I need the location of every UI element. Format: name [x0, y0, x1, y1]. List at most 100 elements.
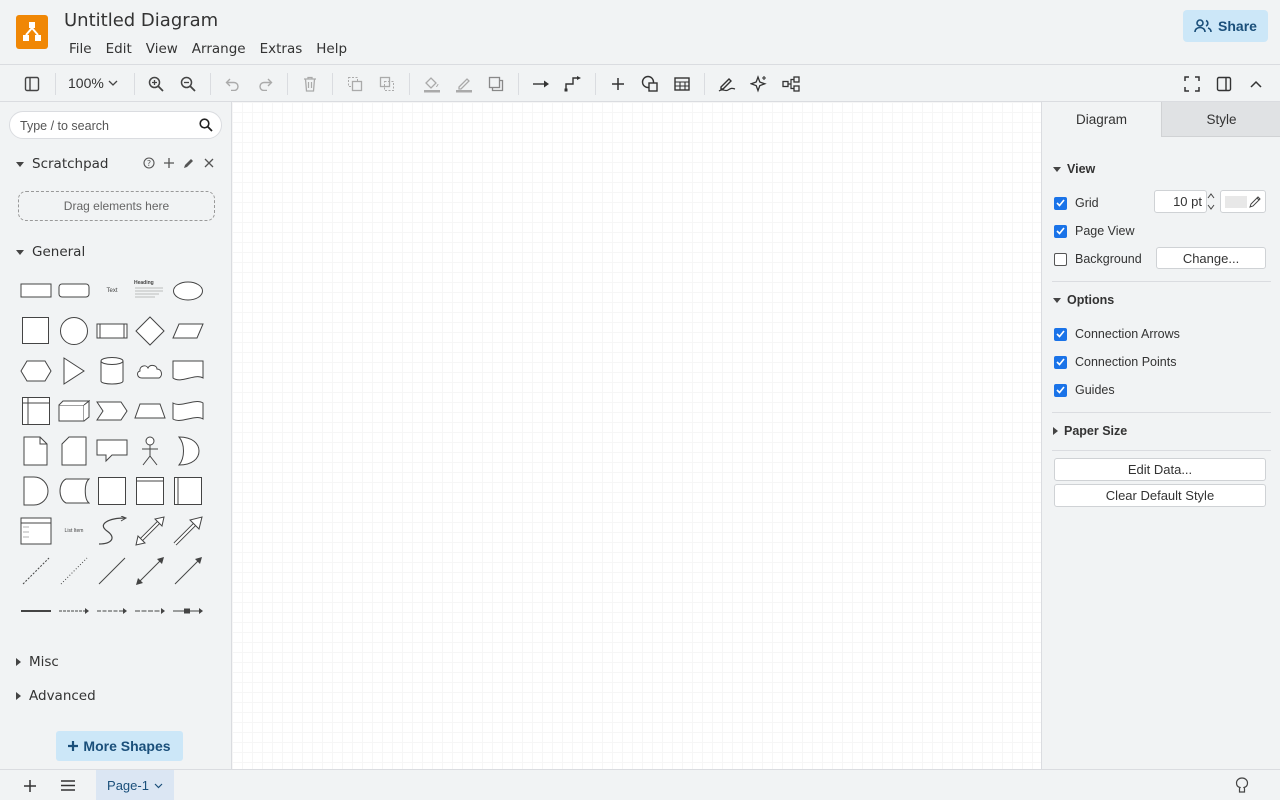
- circle-shape[interactable]: [55, 312, 93, 350]
- background-checkbox[interactable]: Background: [1054, 252, 1142, 266]
- rectangle-shape[interactable]: [17, 272, 55, 310]
- process-shape[interactable]: [93, 312, 131, 350]
- diagram-title[interactable]: Untitled Diagram: [64, 10, 218, 31]
- misc-header[interactable]: Misc: [16, 654, 59, 670]
- share-button[interactable]: Share: [1183, 10, 1268, 42]
- tab-diagram[interactable]: Diagram: [1042, 102, 1161, 137]
- fullscreen-icon[interactable]: [1182, 74, 1202, 94]
- page-view-checkbox[interactable]: Page View: [1054, 224, 1135, 238]
- cloud-shape[interactable]: [131, 352, 169, 390]
- generate-icon[interactable]: [749, 74, 769, 94]
- add-page-icon[interactable]: [24, 780, 36, 792]
- menu-arrange[interactable]: Arrange: [185, 40, 253, 58]
- guides-checkbox[interactable]: Guides: [1054, 383, 1115, 397]
- dotted-line-shape[interactable]: [55, 552, 93, 590]
- freehand-icon[interactable]: [717, 74, 737, 94]
- fill-color-icon[interactable]: [422, 74, 442, 94]
- trapezoid-shape[interactable]: [131, 392, 169, 430]
- grid-color-picker[interactable]: [1220, 190, 1266, 213]
- bidirectional-connector-shape[interactable]: [131, 552, 169, 590]
- shadow-icon[interactable]: [486, 74, 506, 94]
- change-background-button[interactable]: Change...: [1156, 247, 1266, 269]
- menu-view[interactable]: View: [139, 40, 185, 58]
- options-section-header[interactable]: Options: [1053, 293, 1114, 307]
- format-panel-toggle-icon[interactable]: [22, 74, 42, 94]
- more-shapes-button[interactable]: More Shapes: [56, 731, 183, 761]
- scratchpad-header[interactable]: Scratchpad: [16, 156, 109, 172]
- link-shape[interactable]: [17, 592, 55, 630]
- help-icon[interactable]: ?: [143, 157, 155, 169]
- internal-storage-shape[interactable]: [17, 392, 55, 430]
- menu-edit[interactable]: Edit: [99, 40, 139, 58]
- arrow-shape[interactable]: [169, 512, 207, 550]
- search-icon[interactable]: [199, 118, 213, 132]
- redo-icon[interactable]: [255, 74, 275, 94]
- bidirectional-arrow-shape[interactable]: [131, 512, 169, 550]
- edit-data-button[interactable]: Edit Data...: [1054, 458, 1266, 481]
- diagram-canvas[interactable]: [232, 102, 1041, 769]
- callout-shape[interactable]: [93, 432, 131, 470]
- close-icon[interactable]: [204, 158, 214, 168]
- line-color-icon[interactable]: [454, 74, 474, 94]
- view-section-header[interactable]: View: [1053, 162, 1095, 176]
- triangle-shape[interactable]: [55, 352, 93, 390]
- text-shape[interactable]: Text: [93, 272, 131, 310]
- insert-icon[interactable]: [608, 74, 628, 94]
- note-shape[interactable]: [17, 432, 55, 470]
- toggle-format-icon[interactable]: [1214, 74, 1234, 94]
- grid-size-stepper-icon[interactable]: [1206, 190, 1216, 213]
- to-front-icon[interactable]: [345, 74, 365, 94]
- data-storage-shape[interactable]: [55, 472, 93, 510]
- vertical-swimlane-shape[interactable]: [169, 472, 207, 510]
- scratchpad-dropzone[interactable]: Drag elements here: [18, 191, 215, 221]
- dashed-line-shape[interactable]: [17, 552, 55, 590]
- container-shape[interactable]: [93, 472, 131, 510]
- actor-shape[interactable]: [131, 432, 169, 470]
- advanced-header[interactable]: Advanced: [16, 688, 96, 704]
- edit-icon[interactable]: [183, 157, 195, 169]
- grid-checkbox[interactable]: Grid: [1054, 196, 1099, 210]
- menu-extras[interactable]: Extras: [253, 40, 310, 58]
- connector-2-labels-shape[interactable]: [93, 592, 131, 630]
- delay-shape[interactable]: [17, 472, 55, 510]
- step-shape[interactable]: [93, 392, 131, 430]
- layout-icon[interactable]: [781, 74, 801, 94]
- clear-default-style-button[interactable]: Clear Default Style: [1054, 484, 1266, 507]
- directional-connector-shape[interactable]: [169, 552, 207, 590]
- hexagon-shape[interactable]: [17, 352, 55, 390]
- connection-arrows-checkbox[interactable]: Connection Arrows: [1054, 327, 1180, 341]
- connector-3-labels-shape[interactable]: [131, 592, 169, 630]
- general-header[interactable]: General: [16, 244, 85, 260]
- paper-size-section-header[interactable]: Paper Size: [1053, 424, 1127, 438]
- undo-icon[interactable]: [223, 74, 243, 94]
- connection-icon[interactable]: [531, 74, 551, 94]
- grid-size-input[interactable]: 10 pt: [1154, 190, 1207, 213]
- line-shape[interactable]: [93, 552, 131, 590]
- shapes-icon[interactable]: [640, 74, 660, 94]
- menu-help[interactable]: Help: [309, 40, 354, 58]
- ellipse-shape[interactable]: [169, 272, 207, 310]
- square-shape[interactable]: [17, 312, 55, 350]
- document-shape[interactable]: [169, 352, 207, 390]
- zoom-select[interactable]: 100%: [68, 75, 118, 91]
- curve-shape[interactable]: [93, 512, 131, 550]
- swimlane-shape[interactable]: [131, 472, 169, 510]
- pages-menu-icon[interactable]: [61, 780, 75, 791]
- or-shape[interactable]: [169, 432, 207, 470]
- waypoints-icon[interactable]: [563, 74, 583, 94]
- add-icon[interactable]: [164, 158, 174, 168]
- parallelogram-shape[interactable]: [169, 312, 207, 350]
- textbox-shape[interactable]: Heading: [131, 272, 169, 310]
- zoom-in-icon[interactable]: [146, 74, 166, 94]
- tab-style[interactable]: Style: [1161, 102, 1280, 137]
- menu-file[interactable]: File: [62, 40, 99, 58]
- delete-icon[interactable]: [300, 74, 320, 94]
- connection-points-checkbox[interactable]: Connection Points: [1054, 355, 1176, 369]
- list-item-shape[interactable]: List Item: [55, 512, 93, 550]
- rounded-rectangle-shape[interactable]: [55, 272, 93, 310]
- zoom-out-icon[interactable]: [178, 74, 198, 94]
- connector-label-shape[interactable]: [55, 592, 93, 630]
- github-icon[interactable]: [1235, 777, 1249, 793]
- connector-symbol-shape[interactable]: [169, 592, 207, 630]
- cylinder-shape[interactable]: [93, 352, 131, 390]
